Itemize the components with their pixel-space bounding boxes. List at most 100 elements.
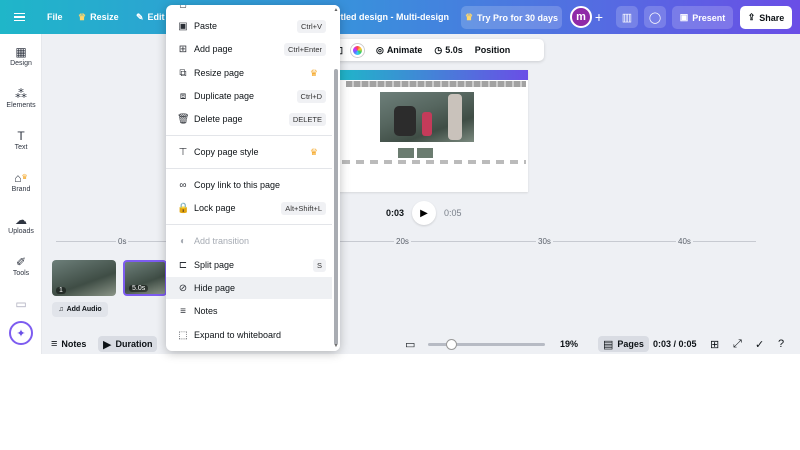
sparkle-icon: ✦ [16,327,26,340]
resize-label: Resize [90,12,119,22]
preview-photo[interactable] [380,92,474,142]
pages-button[interactable]: ▤ Pages [598,336,649,352]
folder-icon: ▭ [15,297,27,311]
menu-item-add-page[interactable]: ⊞ Add page Ctrl+Enter [166,38,332,60]
menu-separator [166,135,332,136]
uploads-icon: ☁ [15,213,27,227]
menu-separator [166,168,332,169]
color-picker-button[interactable] [345,39,370,61]
menu-item-notes[interactable]: ≡ Notes [166,300,332,322]
try-pro-button[interactable]: ♛ Try Pro for 30 days [461,6,562,29]
menu-item-expand-whiteboard[interactable]: ⬚ Expand to whiteboard [166,324,332,346]
pages-icon: ▤ [603,338,614,351]
menu-item-copy-cropped[interactable]: ▢ [166,5,332,9]
comment-icon[interactable]: ◯ [644,6,666,28]
brand-icon: ⌂♛ [14,171,28,185]
animate-button[interactable]: ◎ Animate [370,39,428,61]
play-button[interactable]: ▶ [412,201,437,225]
check-circle-icon[interactable]: ✓ [755,336,764,352]
hamburger-menu-icon[interactable] [14,0,28,34]
document-title[interactable]: itled design - Multi-design [338,0,449,34]
insights-chart-icon[interactable]: ▥ [616,6,638,28]
menu-item-resize-page[interactable]: ⧉ Resize page ♛ [166,62,332,84]
menu-item-copy-link[interactable]: ∞ Copy link to this page [166,174,332,196]
sidebar-item-folder[interactable]: ▭ [0,296,42,312]
page-time-indicator: 0:03 / 0:05 [653,339,697,349]
transition-icon: ◐ [179,235,187,247]
sidebar-item-brand[interactable]: ⌂♛ Brand [0,170,42,206]
duration-label: 5.0s [445,45,463,55]
preview-embedded-thumbs [398,148,458,158]
help-icon[interactable]: ? [778,336,784,352]
magic-assistant-button[interactable]: ✦ [9,321,33,345]
grid-view-icon[interactable]: ⊞ [710,336,719,352]
eye-slash-icon: ⊘ [178,282,188,294]
video-icon: ▶ [103,338,112,351]
menu-item-label: Resize page [194,68,245,78]
try-pro-label: Try Pro for 30 days [477,12,559,23]
crown-icon: ♛ [309,146,318,157]
total-time: 0:05 [444,208,462,218]
avatar[interactable]: m [570,6,592,28]
menu-item-label: Paste [194,21,218,31]
edit-label: Edit [147,12,165,22]
slideshow-icon[interactable]: ▭ [405,336,415,352]
menu-item-label: Lock page [194,203,236,213]
sidebar-item-uploads[interactable]: ☁ Uploads [0,212,42,248]
sidebar-item-label: Elements [6,102,36,109]
pages-label: Pages [617,339,644,349]
edit-button[interactable]: ✎ Edit [136,0,165,34]
play-icon: ▶ [420,207,428,219]
present-label: Present [692,12,726,23]
add-audio-button[interactable]: ♫ Add Audio [52,302,108,317]
timeline-page-thumbnail-selected[interactable]: 5.0s [123,260,167,296]
menu-item-lock-page[interactable]: 🔒 Lock page Alt+Shift+L [166,197,332,219]
preview-photo-figure [422,112,432,136]
add-collaborator-button[interactable]: + [592,8,606,26]
fullscreen-icon[interactable]: ⤢ [733,336,742,352]
pencil-icon: ✎ [136,11,144,22]
music-note-icon: ♫ [58,306,64,313]
page-canvas[interactable] [338,70,528,192]
zoom-slider[interactable] [428,339,545,350]
preview-photo-figure [448,94,462,140]
menu-item-label: Add transition [194,236,250,246]
left-sidebar: ▦ Design ⁂ Elements T Text ⌂♛ Brand ☁ Up… [0,34,42,354]
sidebar-item-text[interactable]: T Text [0,128,42,164]
color-wheel-icon [350,43,364,57]
menu-item-paste[interactable]: ▣ Paste Ctrl+V [166,15,332,37]
present-button[interactable]: ▣ Present [672,6,733,29]
share-button[interactable]: ⇪ Share [740,6,792,29]
preview-embedded-strip [346,81,526,87]
crown-icon: ♛ [464,12,474,22]
file-menu-button[interactable]: File [47,0,63,34]
position-button[interactable]: Position [469,39,517,61]
notes-button[interactable]: ≡ Notes [51,336,86,352]
menu-item-copy-page-style[interactable]: ⊤ Copy page style ♛ [166,141,332,163]
design-icon: ▦ [15,45,27,59]
sidebar-item-elements[interactable]: ⁂ Elements [0,86,42,122]
menu-item-duplicate-page[interactable]: ⧈ Duplicate page Ctrl+D [166,85,332,107]
menu-item-delete-page[interactable]: 🗑 Delete page DELETE [166,108,332,130]
link-icon: ∞ [179,179,187,191]
sidebar-item-design[interactable]: ▦ Design [0,44,42,80]
menu-item-label: Hide page [194,283,236,293]
crown-icon: ♛ [309,67,318,78]
duration-button[interactable]: ◷ 5.0s [428,39,468,61]
menu-item-hide-page[interactable]: ⊘ Hide page [166,277,332,299]
shortcut-badge: Alt+Shift+L [281,201,326,215]
paste-icon: ▣ [178,20,188,32]
scroll-down-arrow-icon[interactable]: ▼ [333,343,339,349]
zoom-slider-handle[interactable] [446,339,457,350]
top-bar: File ♛ Resize ✎ Edit itled design - Mult… [0,0,800,34]
timeline-page-thumbnail[interactable]: 1 [52,260,116,296]
whiteboard-icon: ⬚ [178,329,188,341]
share-icon: ⇪ [747,12,756,22]
scroll-up-arrow-icon[interactable]: ▲ [333,7,339,13]
zoom-level[interactable]: 19% [560,336,578,352]
menu-item-split-page[interactable]: ⊏ Split page S [166,254,332,276]
sidebar-item-tools[interactable]: ✐ Tools [0,254,42,290]
duration-toggle-button[interactable]: ▶ Duration [98,336,158,352]
resize-button[interactable]: ♛ Resize [78,0,119,34]
menu-scrollbar-thumb[interactable] [334,69,338,345]
